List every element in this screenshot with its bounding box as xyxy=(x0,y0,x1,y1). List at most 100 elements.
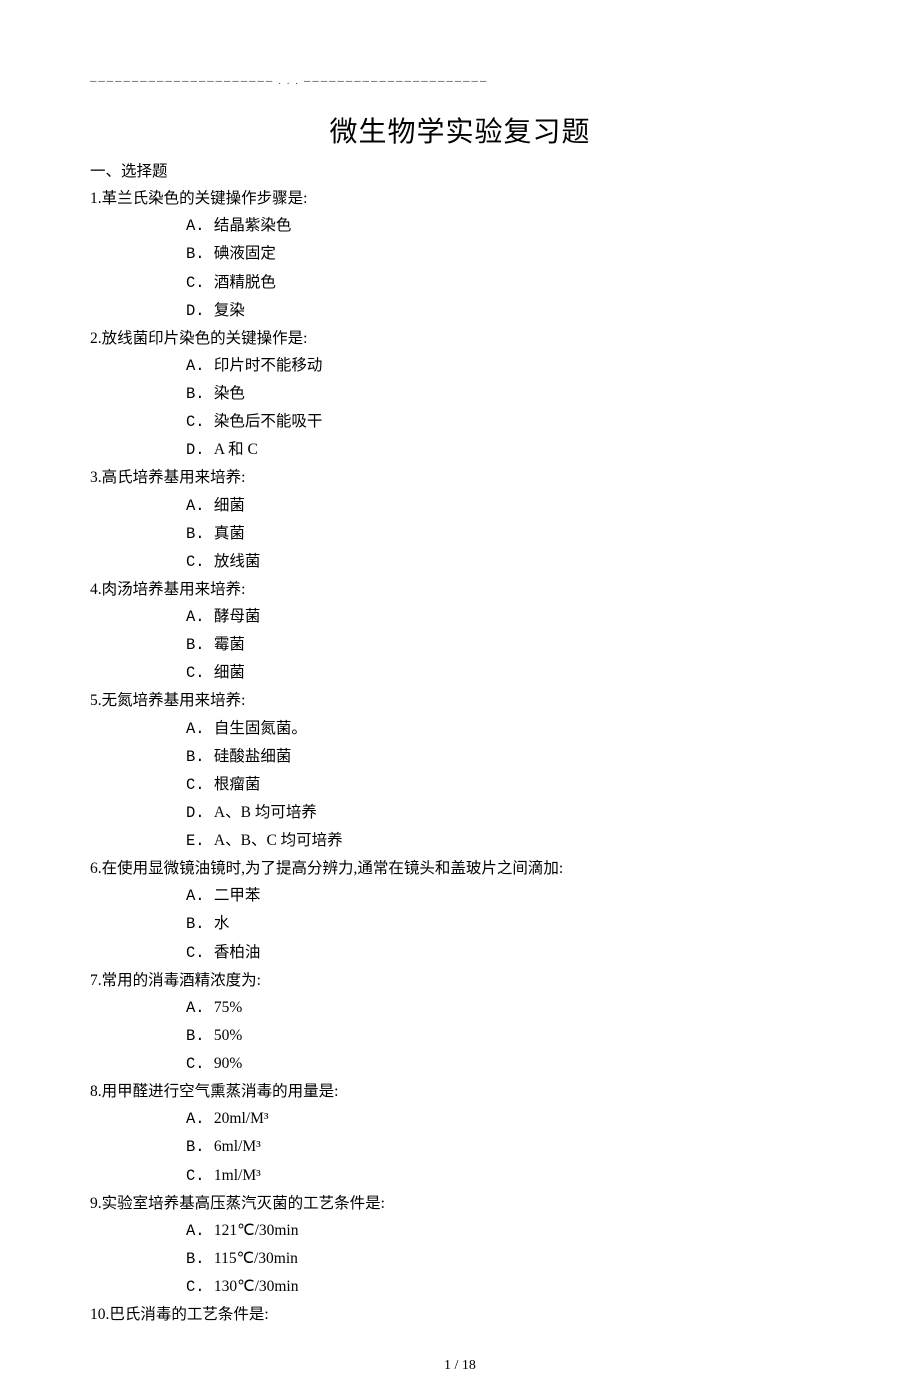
option: A. 75% xyxy=(186,994,830,1022)
option: C. 香柏油 xyxy=(186,939,830,967)
option-text: 染色 xyxy=(214,385,245,402)
option-text: 130℃/30min xyxy=(214,1278,299,1295)
option-letter: B. xyxy=(186,385,214,403)
option-letter: A. xyxy=(186,357,214,375)
option-letter: C. xyxy=(186,944,214,962)
option-letter: A. xyxy=(186,497,214,515)
option: C. 根瘤菌 xyxy=(186,771,830,799)
question: 9.实验室培养基高压蒸汽灭菌的工艺条件是: xyxy=(90,1190,830,1217)
option: B. 50% xyxy=(186,1022,830,1050)
header-rule: ────────────────────── . . . ───────────… xyxy=(90,76,830,86)
option-text: 放线菌 xyxy=(214,553,261,570)
option-text: 印片时不能移动 xyxy=(214,357,323,374)
option-text: 90% xyxy=(214,1055,242,1072)
option: B. 碘液固定 xyxy=(186,240,830,268)
option-text: 20ml/M³ xyxy=(214,1110,269,1127)
option-letter: B. xyxy=(186,245,214,263)
header-rule-text: ────────────────────── . . . ───────────… xyxy=(90,76,830,86)
option: C. 放线菌 xyxy=(186,548,830,576)
option: C. 90% xyxy=(186,1050,830,1078)
option: B. 霉菌 xyxy=(186,631,830,659)
option-text: 霉菌 xyxy=(214,636,245,653)
option-letter: C. xyxy=(186,1167,214,1185)
option: C. 130℃/30min xyxy=(186,1273,830,1301)
option-letter: D. xyxy=(186,441,214,459)
question: 6.在使用显微镜油镜时,为了提高分辨力,通常在镜头和盖玻片之间滴加: xyxy=(90,855,830,882)
option: A. 20ml/M³ xyxy=(186,1105,830,1133)
option-text: 75% xyxy=(214,999,242,1016)
option-text: 碘液固定 xyxy=(214,245,276,262)
option-letter: C. xyxy=(186,274,214,292)
option-text: 自生固氮菌。 xyxy=(214,720,307,737)
option-letter: C. xyxy=(186,776,214,794)
page: ────────────────────── . . . ───────────… xyxy=(0,0,920,1383)
question: 3.高氏培养基用来培养: xyxy=(90,464,830,491)
option-group: A. 自生固氮菌。B. 硅酸盐细菌C. 根瘤菌D. A、B 均可培养E. A、B… xyxy=(186,715,830,856)
option-letter: C. xyxy=(186,553,214,571)
option-text: 细菌 xyxy=(214,664,245,681)
option: B. 6ml/M³ xyxy=(186,1133,830,1161)
option-text: A、B 均可培养 xyxy=(214,804,317,821)
option-letter: B. xyxy=(186,1250,214,1268)
option-text: 50% xyxy=(214,1027,242,1044)
option: B. 115℃/30min xyxy=(186,1245,830,1273)
question: 2.放线菌印片染色的关键操作是: xyxy=(90,325,830,352)
option-letter: A. xyxy=(186,999,214,1017)
option-letter: A. xyxy=(186,608,214,626)
option-group: A. 121℃/30minB. 115℃/30minC. 130℃/30min xyxy=(186,1217,830,1301)
option-text: 121℃/30min xyxy=(214,1222,299,1239)
question: 5.无氮培养基用来培养: xyxy=(90,687,830,714)
option-text: 真菌 xyxy=(214,525,245,542)
option-text: 二甲苯 xyxy=(214,887,261,904)
option-text: 染色后不能吸干 xyxy=(214,413,323,430)
option-text: 细菌 xyxy=(214,497,245,514)
option-letter: C. xyxy=(186,413,214,431)
option-letter: B. xyxy=(186,1138,214,1156)
option: D. 复染 xyxy=(186,297,830,325)
option-text: A、B、C 均可培养 xyxy=(214,832,343,849)
option-text: 复染 xyxy=(214,302,245,319)
option-group: A. 20ml/M³B. 6ml/M³C. 1ml/M³ xyxy=(186,1105,830,1189)
option: A. 自生固氮菌。 xyxy=(186,715,830,743)
option-letter: B. xyxy=(186,915,214,933)
option-text: 硅酸盐细菌 xyxy=(214,748,292,765)
option-text: 酵母菌 xyxy=(214,608,261,625)
page-title: 微生物学实验复习题 xyxy=(90,110,830,150)
option: A. 121℃/30min xyxy=(186,1217,830,1245)
option: A. 结晶紫染色 xyxy=(186,212,830,240)
option: B. 染色 xyxy=(186,380,830,408)
option-letter: A. xyxy=(186,217,214,235)
option: C. 细菌 xyxy=(186,659,830,687)
option: C. 酒精脱色 xyxy=(186,269,830,297)
option-group: A. 二甲苯B. 水C. 香柏油 xyxy=(186,882,830,966)
option: B. 水 xyxy=(186,910,830,938)
option-letter: C. xyxy=(186,664,214,682)
option-letter: D. xyxy=(186,804,214,822)
option: A. 细菌 xyxy=(186,492,830,520)
option-letter: B. xyxy=(186,1027,214,1045)
option-letter: D. xyxy=(186,302,214,320)
option-text: 结晶紫染色 xyxy=(214,217,292,234)
option: A. 印片时不能移动 xyxy=(186,352,830,380)
option: A. 酵母菌 xyxy=(186,603,830,631)
option: A. 二甲苯 xyxy=(186,882,830,910)
option-group: A. 结晶紫染色B. 碘液固定C. 酒精脱色D. 复染 xyxy=(186,212,830,325)
question: 7.常用的消毒酒精浓度为: xyxy=(90,967,830,994)
body: 一、选择题 1.革兰氏染色的关键操作步骤是:A. 结晶紫染色B. 碘液固定C. … xyxy=(90,158,830,1328)
option-text: 酒精脱色 xyxy=(214,274,276,291)
option-text: 115℃/30min xyxy=(214,1250,298,1267)
option-group: A. 75%B. 50%C. 90% xyxy=(186,994,830,1078)
option-group: A. 印片时不能移动B. 染色C. 染色后不能吸干D. A 和 C xyxy=(186,352,830,465)
option-group: A. 酵母菌B. 霉菌C. 细菌 xyxy=(186,603,830,687)
question: 10.巴氏消毒的工艺条件是: xyxy=(90,1301,830,1328)
option-letter: C. xyxy=(186,1055,214,1073)
page-footer: 1 / 18 xyxy=(90,1358,830,1374)
option: C. 染色后不能吸干 xyxy=(186,408,830,436)
option-letter: A. xyxy=(186,720,214,738)
option-text: 水 xyxy=(214,915,230,932)
option: E. A、B、C 均可培养 xyxy=(186,827,830,855)
option-letter: A. xyxy=(186,1222,214,1240)
option-text: 根瘤菌 xyxy=(214,776,261,793)
option: B. 真菌 xyxy=(186,520,830,548)
option-text: 香柏油 xyxy=(214,944,261,961)
